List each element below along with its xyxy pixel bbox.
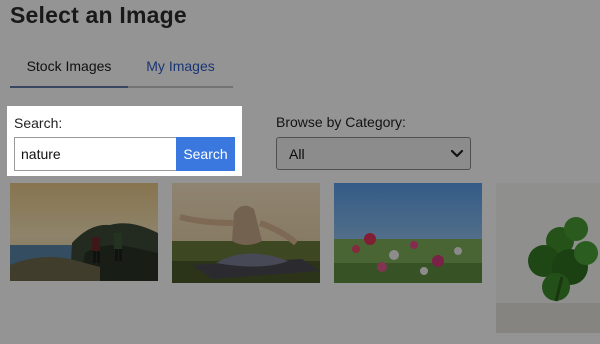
- search-button[interactable]: Search: [176, 137, 235, 171]
- search-panel: Search: Search: [7, 106, 242, 176]
- clover-photo: [496, 183, 600, 333]
- category-select[interactable]: All: [276, 137, 471, 170]
- chevron-down-icon: [450, 149, 464, 158]
- category-label: Browse by Category:: [276, 114, 406, 130]
- page-title: Select an Image: [10, 2, 187, 28]
- tab-my-images[interactable]: My Images: [128, 48, 233, 86]
- image-thumbnail-wildflowers[interactable]: [334, 183, 482, 283]
- yoga-photo: [172, 183, 320, 283]
- tab-bar: Stock Images My Images: [10, 48, 233, 88]
- image-thumbnail-hikers[interactable]: [10, 183, 158, 281]
- wildflowers-photo: [334, 183, 482, 283]
- tab-stock-images[interactable]: Stock Images: [10, 48, 128, 88]
- image-thumbnail-clover[interactable]: [496, 183, 600, 333]
- image-thumbnail-yoga[interactable]: [172, 183, 320, 283]
- search-input[interactable]: [14, 137, 176, 171]
- hikers-photo: [10, 183, 158, 281]
- category-select-value: All: [289, 146, 305, 162]
- search-label: Search:: [14, 115, 63, 131]
